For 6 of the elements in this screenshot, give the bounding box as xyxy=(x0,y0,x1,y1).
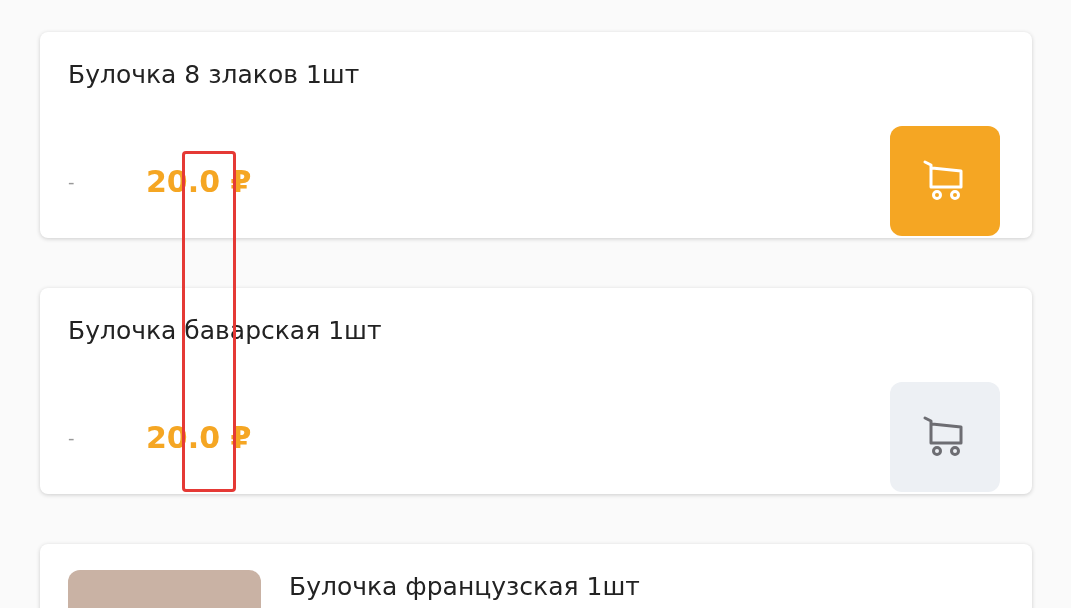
product-card[interactable]: Булочка французская 1шт xyxy=(40,544,1032,608)
product-name: Булочка французская 1шт xyxy=(289,571,641,603)
old-price: - xyxy=(68,170,76,192)
old-price: - xyxy=(68,426,76,448)
cart-button[interactable] xyxy=(890,382,1000,492)
product-name: Булочка 8 злаков 1шт xyxy=(68,59,361,91)
